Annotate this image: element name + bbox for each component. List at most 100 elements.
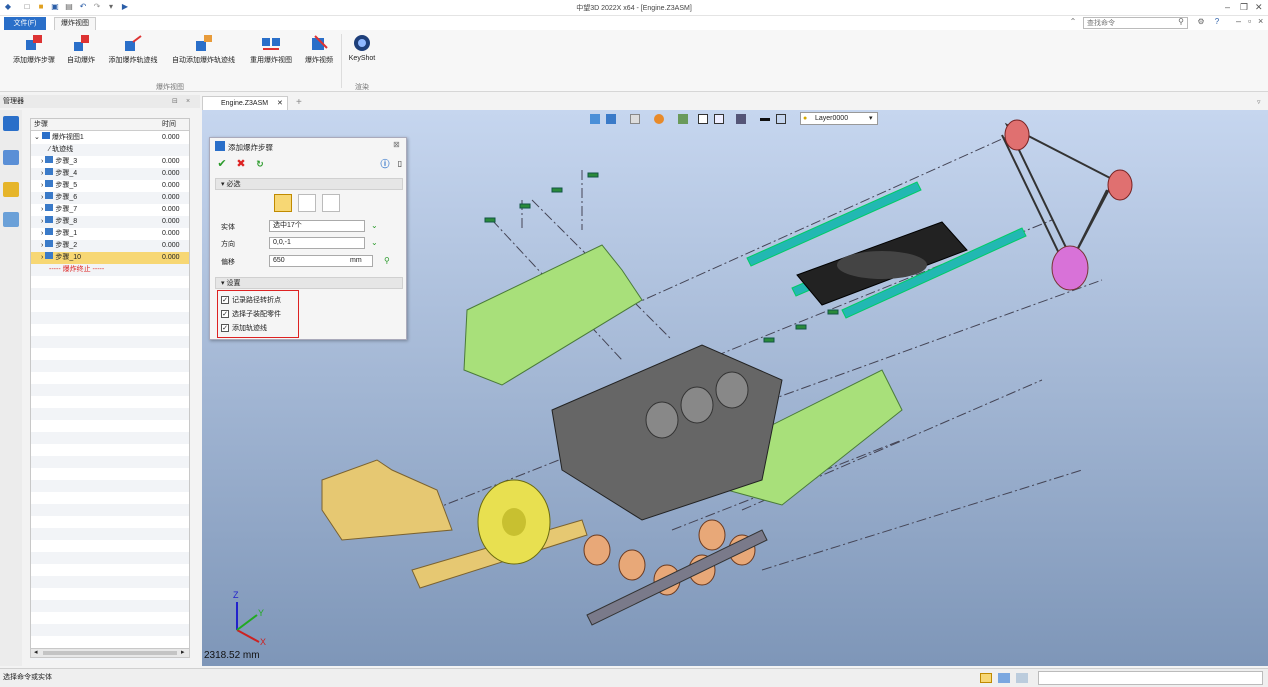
direction-pick-icon[interactable]: ⌄ (371, 238, 378, 247)
reuse-explode-view-icon (261, 34, 281, 52)
rotate-mode-icon[interactable] (298, 194, 316, 212)
panel-pin-icon[interactable]: ⊟ (172, 95, 178, 108)
status-layout-icon[interactable] (1016, 673, 1028, 683)
scrollbar-thumb[interactable] (43, 651, 177, 655)
apply-icon[interactable]: ↻ (253, 157, 267, 171)
add-explode-step-label: 添加爆炸步骤 (13, 57, 55, 64)
help-icon[interactable]: ? (1212, 17, 1222, 27)
step-icon (45, 192, 54, 199)
expand-icon[interactable]: ⌄ (34, 134, 40, 141)
add-explode-step-button[interactable]: 添加爆炸步骤 (8, 34, 60, 65)
status-input-field[interactable] (1038, 671, 1263, 685)
collapse-ribbon-icon[interactable]: ⌃ (1068, 17, 1078, 27)
cancel-x-icon[interactable]: ✖ (234, 157, 248, 171)
expand-icon[interactable]: › (41, 242, 43, 249)
doc-restore-icon[interactable]: ▫ (1248, 16, 1251, 26)
command-search-input[interactable] (1083, 17, 1188, 29)
restore-icon[interactable]: ❐ (1240, 2, 1248, 13)
offset-field[interactable]: 650 mm (269, 255, 373, 267)
entity-pick-icon[interactable]: ⌄ (371, 221, 378, 230)
expand-icon[interactable]: › (41, 182, 43, 189)
explode-manager-icon[interactable] (3, 116, 19, 131)
tab-file[interactable]: 文件(F) (4, 17, 46, 30)
explode-video-icon (309, 34, 329, 52)
ribbon-group-explode-view: 爆炸视图 (156, 84, 184, 91)
tree-item-step[interactable]: › 步骤_7 0.000 (31, 204, 189, 216)
expand-icon[interactable]: › (41, 158, 43, 165)
doc-close-icon[interactable]: × (1258, 16, 1263, 26)
new-tab-icon[interactable]: + (296, 97, 302, 108)
col-time-header[interactable]: 时间 (162, 119, 176, 131)
expand-icon[interactable]: › (41, 230, 43, 237)
tab-list-dropdown-icon[interactable]: ▿ (1257, 98, 1261, 106)
dialog-close-icon[interactable]: ⊠ (393, 140, 400, 149)
expand-icon[interactable]: › (41, 194, 43, 201)
auto-add-trajectory-button[interactable]: 自动添加爆炸轨迹线 (166, 34, 241, 65)
tree-item-step[interactable]: › 步骤_3 0.000 (31, 156, 189, 168)
tree-item-step[interactable]: › 步骤_10 0.000 (31, 252, 189, 264)
tree-item-label: 步骤_3 (55, 158, 78, 165)
tree-item-trajectory[interactable]: ⁄ 轨迹线 (31, 144, 189, 156)
offset-pick-icon[interactable]: ⚲ (384, 256, 390, 265)
document-tab[interactable]: Engine.Z3ASM ✕ (202, 96, 288, 110)
settings-gear-icon[interactable]: ⚙ (1196, 17, 1206, 27)
required-section-header[interactable]: ▾ 必选 (215, 178, 403, 190)
scroll-right-icon[interactable]: ▸ (181, 648, 185, 656)
tree-root-explode-view[interactable]: ⌄ 爆炸视图1 0.000 (31, 132, 189, 144)
free-drag-mode-icon[interactable] (322, 194, 340, 212)
tree-item-step[interactable]: › 步骤_2 0.000 (31, 240, 189, 252)
search-icon[interactable]: ⚲ (1176, 17, 1186, 27)
keyshot-button[interactable]: KeyShot (346, 34, 378, 62)
close-icon[interactable]: ✕ (1255, 2, 1263, 13)
col-step-header[interactable]: 步骤 (34, 119, 48, 131)
expand-icon[interactable]: › (41, 170, 43, 177)
confirm-check-icon[interactable]: ✔ (215, 157, 229, 171)
reuse-explode-view-button[interactable]: 重用爆炸视图 (245, 34, 297, 65)
scroll-left-icon[interactable]: ◂ (34, 648, 38, 656)
dialog-icon (215, 141, 225, 151)
doc-minimize-icon[interactable]: – (1236, 16, 1241, 26)
trajectory-line-icon: ⁄ (49, 146, 51, 153)
auto-add-trajectory-label: 自动添加爆炸轨迹线 (172, 57, 235, 64)
tree-item-step[interactable]: › 步骤_4 0.000 (31, 168, 189, 180)
add-explode-trajectory-button[interactable]: 添加爆炸轨迹线 (104, 34, 162, 65)
explode-video-button[interactable]: 爆炸视频 (302, 34, 336, 65)
settings-section-header[interactable]: ▾ 设置 (215, 277, 403, 289)
status-mode-icon[interactable] (980, 673, 992, 683)
tree-item-step[interactable]: › 步骤_8 0.000 (31, 216, 189, 228)
tree-item-label: 步骤_10 (55, 254, 82, 261)
offset-unit: mm (350, 257, 362, 264)
svg-text:X: X (260, 637, 266, 647)
empty-row (31, 312, 189, 324)
part-library-icon[interactable] (3, 182, 19, 197)
empty-row (31, 336, 189, 348)
step-icon (45, 228, 54, 235)
expand-icon[interactable]: › (41, 218, 43, 225)
expand-icon[interactable]: › (41, 254, 43, 261)
empty-row (31, 600, 189, 612)
tree-explode-end[interactable]: ----- 爆炸终止 ----- (31, 264, 189, 276)
add-explode-step-icon (24, 34, 44, 52)
assembly-tree-icon[interactable] (3, 150, 19, 165)
tree-item-step[interactable]: › 步骤_5 0.000 (31, 180, 189, 192)
translate-mode-icon[interactable] (274, 194, 292, 212)
horizontal-scrollbar[interactable]: ◂ ▸ (30, 648, 190, 658)
direction-field[interactable]: 0,0,-1 (269, 237, 365, 249)
tree-item-label: 步骤_4 (55, 170, 78, 177)
tab-explode-view[interactable]: 爆炸视图 (54, 17, 96, 30)
view-manager-icon[interactable] (3, 212, 19, 227)
keyshot-icon (352, 34, 372, 52)
tree-item-step[interactable]: › 步骤_1 0.000 (31, 228, 189, 240)
ribbon: 添加爆炸步骤 自动爆炸 添加爆炸轨迹线 自动添加爆炸轨迹线 重用爆炸视图 爆炸视… (0, 30, 1268, 92)
expand-icon[interactable]: › (41, 206, 43, 213)
minimize-icon[interactable]: – (1225, 2, 1230, 12)
entity-field[interactable]: 选中17个 (269, 220, 365, 232)
panel-close-icon[interactable]: × (186, 95, 190, 108)
info-icon[interactable]: ⓘ (378, 157, 392, 171)
auto-explode-button[interactable]: 自动爆炸 (63, 34, 99, 65)
status-view-icon[interactable] (998, 673, 1010, 683)
document-tab-close-icon[interactable]: ✕ (277, 97, 283, 110)
tree-item-step[interactable]: › 步骤_6 0.000 (31, 192, 189, 204)
dialog-option-icon[interactable]: ▯ (393, 157, 407, 171)
tree-item-time: 0.000 (162, 158, 180, 165)
